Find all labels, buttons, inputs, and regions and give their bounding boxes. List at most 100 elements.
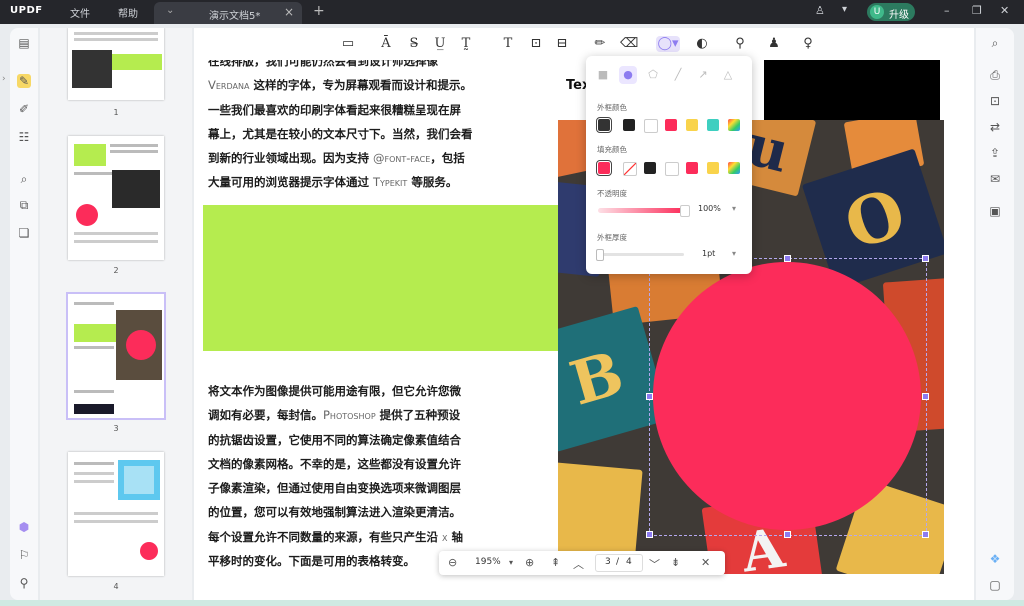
pencil-icon[interactable]: ✏ [592,36,608,52]
border-swatch-white[interactable] [644,119,658,133]
resize-handle[interactable] [646,531,653,538]
fill-swatch-black[interactable] [644,162,656,174]
opacity-slider-thumb[interactable] [680,205,690,217]
eraser-icon[interactable]: ⌫ [620,36,638,52]
minimize-button[interactable]: – [944,4,950,17]
document-tab[interactable]: ⌄ 演示文档5* × [154,2,302,24]
border-swatch-black[interactable] [623,119,635,131]
fill-swatch-custom[interactable] [728,162,740,174]
comment-icon[interactable]: ▭ [340,36,356,52]
page-input[interactable]: 3 / 4 [595,554,643,572]
stamp-icon[interactable]: ♟ [766,36,782,52]
border-width-slider[interactable] [598,253,684,256]
upgrade-button[interactable]: U 升级 [867,3,915,21]
first-page-icon[interactable]: ⇞ [551,556,560,569]
ai-assistant-icon[interactable]: ⬢ [17,520,31,534]
border-swatch-teal[interactable] [707,119,719,131]
next-page-icon[interactable]: ﹀ [649,556,660,572]
polygon-shape-icon[interactable]: ⬠ [644,66,662,84]
zoom-out-icon[interactable]: ⊖ [448,556,457,569]
border-width-value[interactable]: 1pt [702,249,715,258]
close-navbar-icon[interactable]: ✕ [701,556,710,569]
ocr-icon[interactable]: ⌕ [17,172,31,186]
text-icon[interactable]: T [500,36,516,52]
share-icon[interactable]: ⇪ [988,146,1002,160]
new-tab-button[interactable]: + [313,3,325,19]
notification-icon[interactable]: ▾ [842,4,847,15]
arrow-shape-icon[interactable]: ↗ [694,66,712,84]
opacity-value[interactable]: 100% [698,204,721,213]
save-icon[interactable]: ▣ [988,204,1002,218]
menu-file[interactable]: 文件 [70,5,90,20]
layers-icon[interactable]: ❏ [17,226,31,240]
organize-icon[interactable]: ⧉ [17,198,31,212]
sticker-icon[interactable]: ◐ [694,36,710,52]
document-canvas[interactable]: 在线排版，我们可能仍然会看到设计师选择像 Verdana 这样的字体，专为屏幕观… [194,28,974,600]
resize-handle[interactable] [922,255,929,262]
textbox-icon[interactable]: ⊡ [528,36,544,52]
close-window-button[interactable]: ✕ [1000,4,1009,17]
tab-close-icon[interactable]: × [284,5,294,19]
fill-swatch-pink[interactable] [686,162,698,174]
triangle-shape-icon[interactable]: △ [719,66,737,84]
zoom-dropdown-icon[interactable]: ▾ [509,558,513,567]
protect-icon[interactable]: ⊡ [988,94,1002,108]
black-rectangle[interactable] [764,59,940,121]
border-swatch-dark-gray[interactable] [596,117,612,133]
zoom-in-icon[interactable]: ⊕ [525,556,534,569]
fill-swatch-pink-selected[interactable] [596,160,612,176]
resize-handle[interactable] [922,393,929,400]
rectangle-shape-icon[interactable]: ■ [594,66,612,84]
account-icon[interactable]: ♙ [815,4,825,17]
resize-handle[interactable] [784,531,791,538]
fill-swatch-yellow[interactable] [707,162,719,174]
border-swatch-custom[interactable] [728,119,740,131]
maximize-button[interactable]: ❐ [972,4,982,17]
resize-handle[interactable] [646,393,653,400]
convert-icon[interactable]: ⇄ [988,120,1002,134]
zoom-level[interactable]: 195% [475,557,501,567]
squiggly-icon[interactable]: T̰ [458,36,474,52]
bookmark-icon[interactable]: ⚐ [17,548,31,562]
collapse-arrow-icon[interactable]: › [2,74,6,84]
email-icon[interactable]: ✉ [988,172,1002,186]
last-page-icon[interactable]: ⇟ [671,556,680,569]
resize-handle[interactable] [922,531,929,538]
border-width-dropdown-icon[interactable]: ▾ [732,249,736,258]
thumbnail-page-2[interactable] [68,136,164,260]
highlight-tool-icon[interactable]: ✎ [17,74,31,88]
print-icon[interactable]: ⎙ [988,68,1002,82]
callout-icon[interactable]: ⊟ [554,36,570,52]
thumbnail-page-4[interactable] [68,452,164,576]
signature-icon[interactable]: ♀ [800,36,816,52]
pin-icon[interactable]: ⚲ [732,36,748,52]
border-width-slider-thumb[interactable] [596,249,604,261]
thumbnail-page-3[interactable] [66,292,166,420]
highlight-icon[interactable]: Ā [378,36,394,52]
previous-page-icon[interactable]: ︿ [573,556,584,572]
tab-menu-icon[interactable]: ⌄ [166,5,174,16]
line-shape-icon[interactable]: ╱ [669,66,687,84]
underline-icon[interactable]: U̲ [432,36,448,52]
app-icon[interactable]: ❖ [988,552,1002,566]
search-icon[interactable]: ⌕ [988,36,1002,50]
comment-panel-icon[interactable]: ▢ [988,578,1002,592]
border-swatch-yellow[interactable] [686,119,698,131]
fill-swatch-white[interactable] [665,162,679,176]
opacity-dropdown-icon[interactable]: ▾ [732,204,736,213]
menu-help[interactable]: 帮助 [118,5,138,20]
green-rectangle[interactable] [203,205,563,351]
strikethrough-icon[interactable]: S̶ [406,36,422,52]
form-icon[interactable]: ☷ [17,130,31,144]
resize-handle[interactable] [784,255,791,262]
shape-tool-icon[interactable]: ◯▾ [656,36,680,52]
opacity-slider[interactable] [598,208,684,213]
thumbnail-page-1[interactable] [68,28,164,100]
border-swatch-pink[interactable] [665,119,677,131]
panel-icon[interactable]: ▤ [17,36,31,50]
edit-icon[interactable]: ✐ [17,102,31,116]
fill-swatch-none[interactable] [623,162,637,176]
thumbnail-panel: 1 2 3 4 [40,28,192,600]
oval-shape-icon[interactable]: ● [619,66,637,84]
attachment-icon[interactable]: ⚲ [17,576,31,590]
